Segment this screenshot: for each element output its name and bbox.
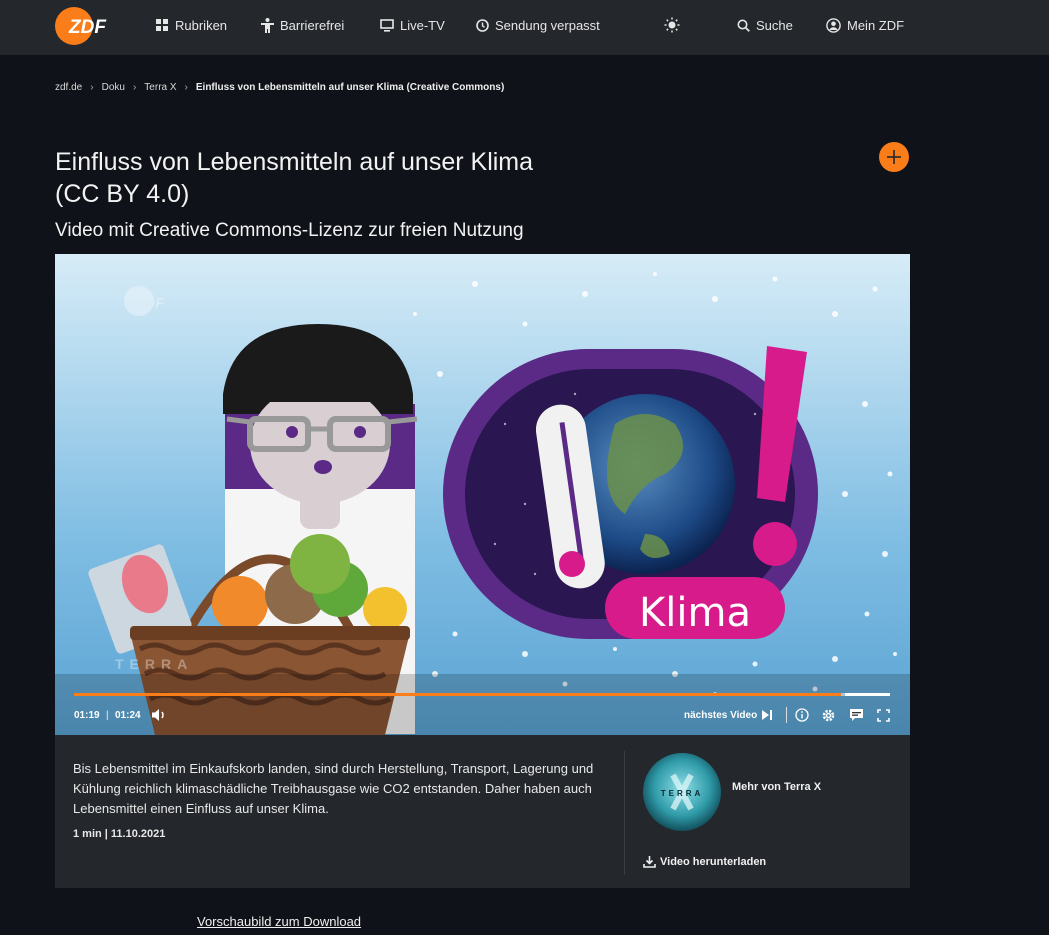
- logo-text: ZDF: [68, 17, 107, 38]
- plus-icon: [887, 150, 901, 164]
- video-info-panel: Bis Lebensmittel im Einkaufskorb landen,…: [55, 735, 910, 888]
- progress-fill: [74, 693, 842, 696]
- nav-live-tv-label: Live-TV: [400, 17, 445, 33]
- progress-bar[interactable]: [74, 693, 890, 696]
- brightness-icon: [664, 17, 680, 33]
- clock-icon: [476, 18, 489, 32]
- add-to-list-button[interactable]: [879, 142, 909, 172]
- download-video-button[interactable]: Video herunterladen: [643, 855, 766, 868]
- chevron-right-icon: ›: [90, 82, 94, 93]
- nav-barrierefrei[interactable]: Barrierefrei: [261, 0, 344, 50]
- chevron-right-icon: ›: [184, 82, 188, 93]
- volume-icon: [152, 709, 164, 721]
- panel-divider: [624, 751, 625, 875]
- page-subtitle: Video mit Creative Commons-Lizenz zur fr…: [55, 220, 524, 241]
- theme-toggle-button[interactable]: [664, 0, 680, 50]
- skip-next-icon: [762, 710, 773, 720]
- breadcrumb-terra-x[interactable]: Terra X: [144, 82, 176, 93]
- breadcrumb: zdf.de › Doku › Terra X › Einfluss von L…: [55, 82, 504, 93]
- terra-thumb-text: TERRA: [661, 789, 704, 798]
- volume-button[interactable]: [151, 706, 167, 724]
- zdf-logo[interactable]: ZDF: [55, 6, 119, 46]
- subtitles-button[interactable]: [849, 706, 864, 724]
- info-icon: [795, 708, 809, 722]
- more-terra-x-link[interactable]: Mehr von Terra X: [732, 781, 821, 793]
- breadcrumb-zdf[interactable]: zdf.de: [55, 82, 82, 93]
- settings-button[interactable]: [821, 706, 836, 724]
- next-video-label: nächstes Video: [684, 709, 758, 721]
- duration: 01:24: [115, 710, 141, 721]
- terra-x-thumbnail[interactable]: TERRA: [643, 753, 721, 831]
- top-navigation: ZDF Rubriken Barrierefrei Live-TV Sendun…: [0, 0, 1049, 55]
- nav-barrierefrei-label: Barrierefrei: [280, 17, 345, 33]
- klima-label: Klima: [639, 590, 751, 636]
- grid-icon: [156, 18, 168, 31]
- video-meta: 1 min | 11.10.2021: [73, 828, 166, 840]
- fullscreen-button[interactable]: [877, 706, 890, 724]
- download-icon: [643, 856, 656, 868]
- control-divider: [786, 707, 787, 723]
- nav-mein-zdf[interactable]: Mein ZDF: [826, 0, 904, 50]
- video-frame: ZDF TERRA Klima: [55, 254, 910, 735]
- breadcrumb-current: Einfluss von Lebensmitteln auf unser Kli…: [195, 82, 505, 93]
- gear-icon: [822, 709, 835, 721]
- subtitles-icon: [850, 709, 863, 721]
- page-title: Einfluss von Lebensmitteln auf unser Kli…: [55, 148, 534, 208]
- user-icon: [826, 17, 841, 33]
- download-video-label: Video herunterladen: [660, 855, 767, 868]
- nav-suche-label: Suche: [756, 17, 793, 33]
- info-button[interactable]: [795, 706, 809, 724]
- nav-rubriken-label: Rubriken: [175, 17, 228, 33]
- fullscreen-icon: [877, 708, 890, 722]
- svg-text:ZDF: ZDF: [134, 295, 165, 312]
- nav-suche[interactable]: Suche: [737, 0, 793, 50]
- nav-live-tv[interactable]: Live-TV: [380, 0, 445, 50]
- video-player[interactable]: ZDF TERRA Klima 01:19 | 01:24 nächstes V…: [55, 254, 910, 735]
- chevron-right-icon: ›: [132, 82, 137, 93]
- next-video-button[interactable]: nächstes Video: [684, 706, 773, 724]
- current-time: 01:19: [74, 710, 100, 721]
- nav-sendung-verpasst[interactable]: Sendung verpasst: [476, 0, 600, 50]
- breadcrumb-doku[interactable]: Doku: [102, 82, 125, 93]
- time-separator: |: [106, 710, 109, 721]
- nav-mein-zdf-label: Mein ZDF: [847, 17, 905, 33]
- accessibility-icon: [261, 17, 274, 33]
- progress-buffer: [845, 693, 890, 696]
- video-description: Bis Lebensmittel im Einkaufskorb landen,…: [73, 761, 594, 816]
- preview-image-download-link[interactable]: Vorschaubild zum Download: [197, 914, 361, 929]
- tv-icon: [380, 18, 394, 32]
- nav-sendung-verpasst-label: Sendung verpasst: [495, 17, 600, 33]
- search-icon: [737, 19, 750, 32]
- terra-watermark: TERRA: [115, 656, 193, 672]
- nav-rubriken[interactable]: Rubriken: [156, 0, 227, 50]
